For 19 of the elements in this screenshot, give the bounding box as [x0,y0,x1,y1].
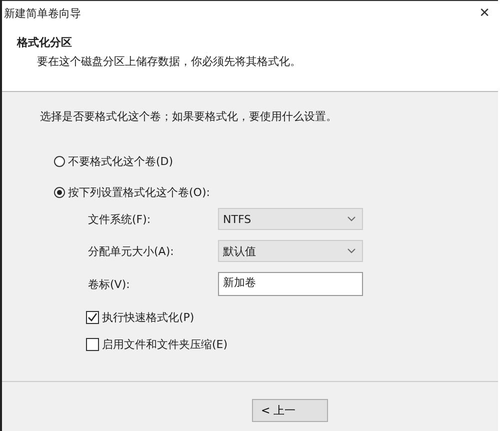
radio-option[interactable]: 不要格式化这个卷(D) [54,154,498,169]
setting-label: 分配单元大小(A): [88,244,175,258]
chevron-down-icon [347,216,356,222]
setting-label: 文件系统(F): [88,212,152,226]
back-button[interactable]: < 上一 [252,399,328,422]
chevron-down-icon [347,248,356,254]
close-icon[interactable]: ✕ [479,6,490,20]
dropdown[interactable]: NTFS [218,208,363,230]
setting-label: 卷标(V): [88,276,131,292]
page-subtitle: 要在这个磁盘分区上储存数据，你必须先将其格式化。 [37,54,302,69]
checkmark-icon [87,312,98,323]
dropdown[interactable]: 默认值 [218,240,363,262]
instruction-text: 选择是否要格式化这个卷；如果要格式化，要使用什么设置。 [40,109,338,124]
checkbox-option[interactable]: 启用文件和文件夹压缩(E) [86,337,498,352]
window-title: 新建简单卷向导 [4,6,81,20]
page-title: 格式化分区 [17,35,73,50]
input-field[interactable]: 新加卷 [218,272,363,296]
checkbox-option[interactable]: 执行快速格式化(P) [86,310,498,325]
radio-option[interactable]: 按下列设置格式化这个卷(O): [54,185,498,200]
